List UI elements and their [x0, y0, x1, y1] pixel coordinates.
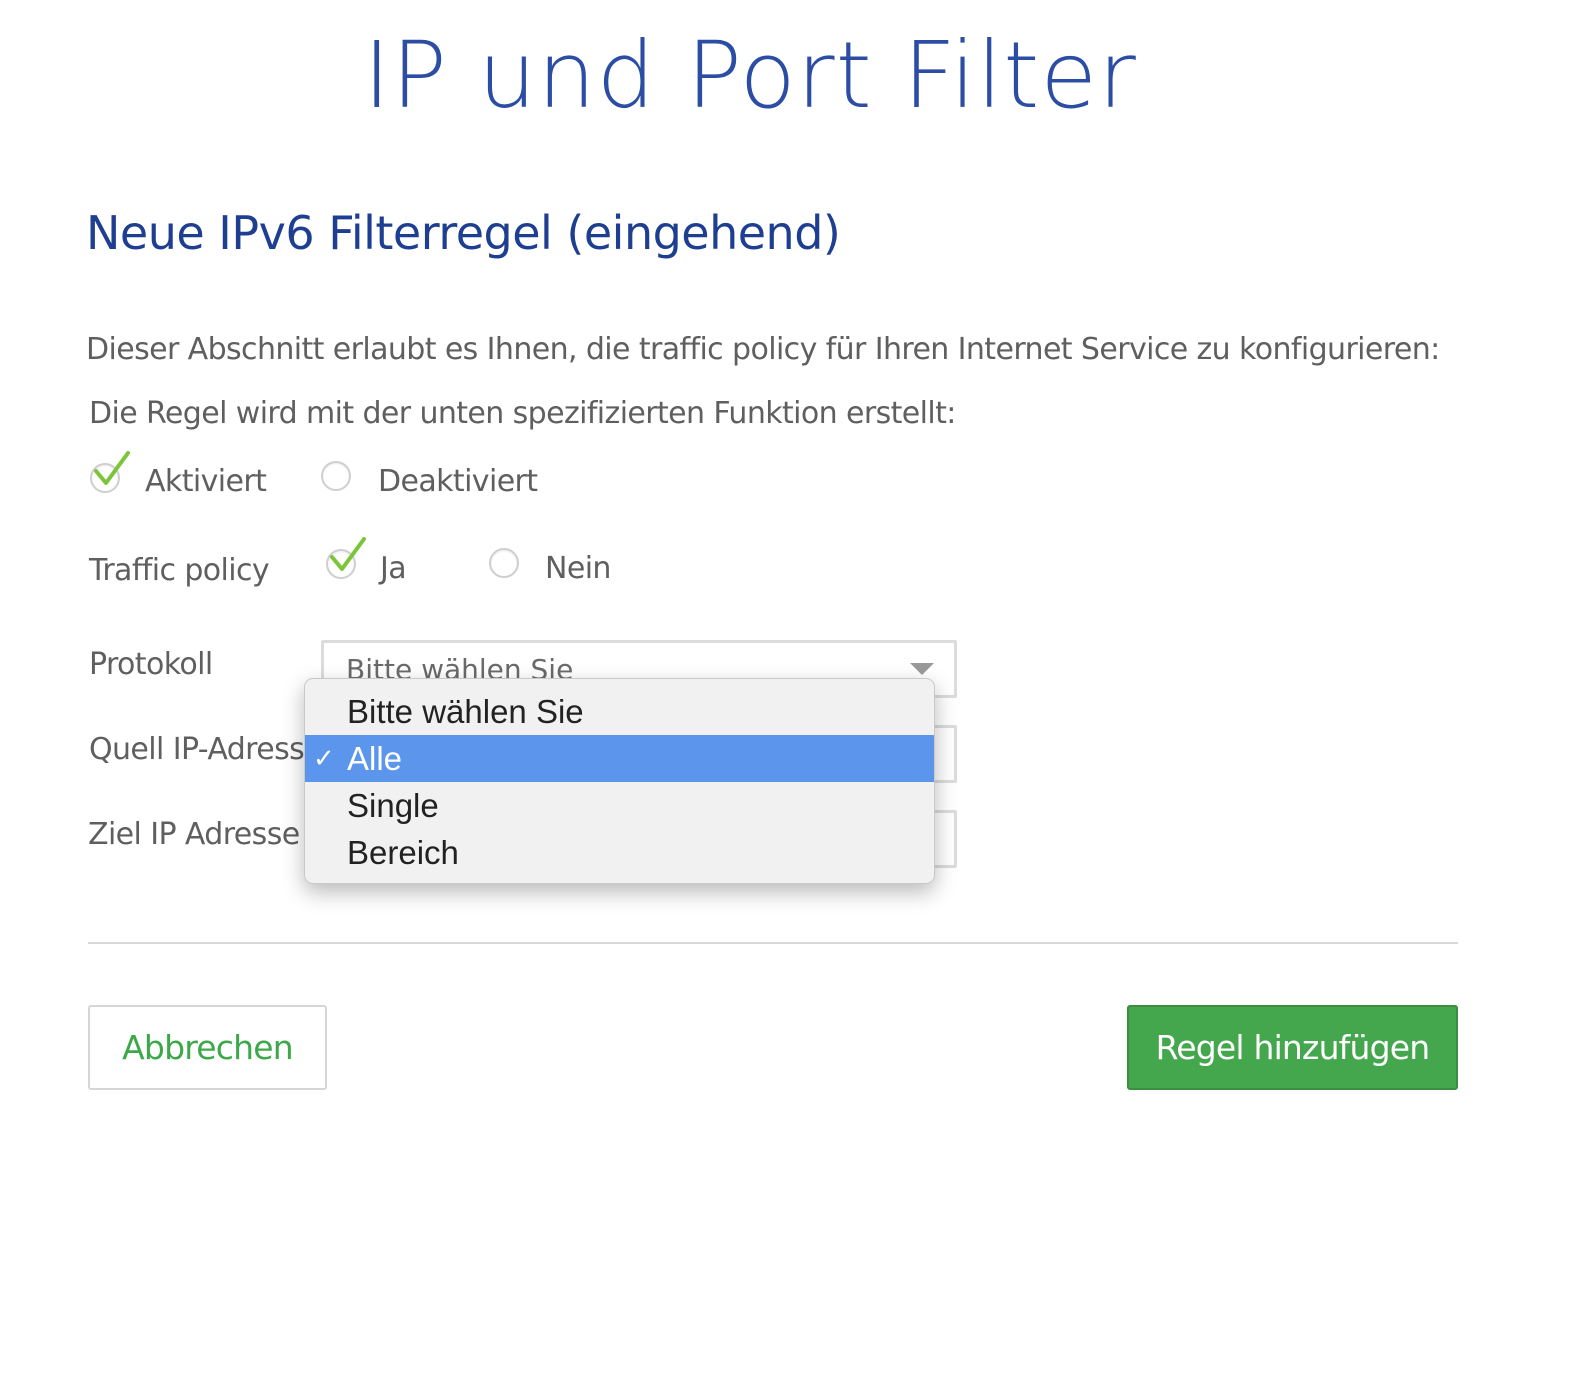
- radio-label-nein: Nein: [545, 551, 611, 586]
- section-title: Neue IPv6 Filterregel (eingehend): [86, 206, 841, 260]
- checkmark-icon: [94, 451, 130, 485]
- dropdown-menu: Bitte wählen Sie ✓ Alle Single Bereich: [304, 678, 935, 884]
- dropdown-option-bereich[interactable]: Bereich: [305, 829, 934, 876]
- option-label: Single: [347, 787, 439, 824]
- description-text: Dieser Abschnitt erlaubt es Ihnen, die t…: [86, 332, 1440, 367]
- checkmark-icon: ✓: [313, 743, 335, 773]
- page-title: IP und Port Filter: [363, 22, 1137, 129]
- cancel-button[interactable]: Abbrechen: [88, 1005, 327, 1090]
- checkmark-icon: [330, 537, 366, 571]
- radio-ja[interactable]: [326, 537, 366, 581]
- radio-circle: [321, 461, 351, 491]
- dropdown-option-bitte[interactable]: Bitte wählen Sie: [305, 688, 934, 735]
- rule-intro-text: Die Regel wird mit der unten spezifizier…: [89, 396, 956, 431]
- radio-label-deaktiviert: Deaktiviert: [378, 464, 538, 499]
- dropdown-option-single[interactable]: Single: [305, 782, 934, 829]
- option-label: Bereich: [347, 834, 459, 871]
- radio-nein[interactable]: [489, 548, 521, 580]
- radio-circle: [489, 548, 519, 578]
- option-label: Bitte wählen Sie: [347, 693, 584, 730]
- dropdown-option-alle[interactable]: ✓ Alle: [305, 735, 934, 782]
- protokoll-label: Protokoll: [89, 647, 213, 682]
- radio-deaktiviert[interactable]: [321, 461, 353, 493]
- ziel-ip-label: Ziel IP Adresse: [88, 817, 300, 852]
- radio-label-aktiviert: Aktiviert: [145, 464, 267, 499]
- divider: [88, 942, 1458, 944]
- traffic-policy-label: Traffic policy: [89, 553, 270, 588]
- quell-ip-label: Quell IP-Adresse: [89, 732, 323, 767]
- chevron-down-icon: [910, 663, 934, 675]
- radio-aktiviert[interactable]: [90, 451, 130, 495]
- radio-label-ja: Ja: [380, 551, 407, 586]
- option-label: Alle: [347, 740, 403, 777]
- add-rule-button[interactable]: Regel hinzufügen: [1127, 1005, 1458, 1090]
